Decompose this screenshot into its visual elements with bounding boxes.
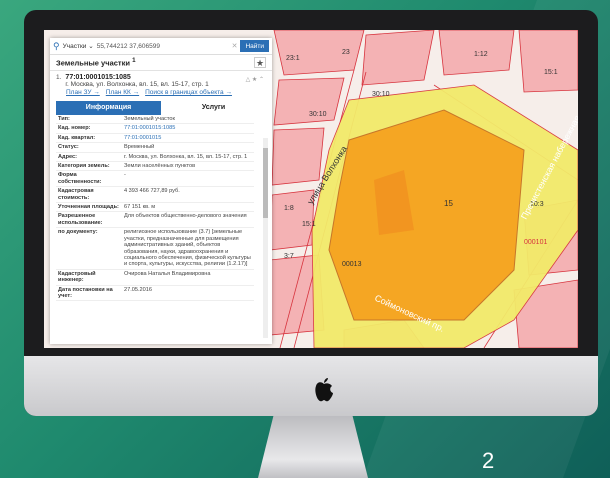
- row-key: Кадастровый инженер:: [56, 269, 122, 286]
- scrollbar[interactable]: [263, 138, 268, 338]
- table-row: по документу: религиозное использование (…: [56, 227, 254, 270]
- search-input[interactable]: [96, 42, 229, 50]
- plan-kk-link[interactable]: План КК →: [106, 89, 139, 96]
- map-label: 23:1: [286, 55, 300, 62]
- row-key: Тип:: [56, 115, 122, 125]
- table-row: Форма собственности: -: [56, 170, 254, 188]
- map-label: 1:12: [474, 51, 488, 58]
- row-value: Земли населённых пунктов: [122, 161, 254, 172]
- plan-zu-link[interactable]: План ЗУ →: [66, 89, 100, 96]
- row-key: Категория земель:: [56, 161, 122, 172]
- row-key: Форма собственности:: [56, 170, 122, 188]
- row-key: Адрес:: [56, 152, 122, 163]
- map-label: 15:1: [544, 69, 558, 76]
- tab-services[interactable]: Услуги: [161, 101, 266, 115]
- table-row: Кад. квартал: 77:01:0001015: [56, 133, 254, 144]
- info-panel: ⚲ Участки ⌄ ✕ Найти Земельные участки 1 …: [50, 38, 272, 344]
- search-bar: ⚲ Участки ⌄ ✕ Найти: [50, 38, 272, 55]
- parcel-label: 15: [444, 199, 453, 208]
- result-action-icons[interactable]: △ ★ ⌃: [246, 76, 264, 83]
- search-type-select[interactable]: Участки ⌄: [63, 42, 94, 50]
- row-value: религиозное использование (3.7) [земельн…: [122, 227, 254, 270]
- row-value: Временный: [122, 142, 254, 153]
- row-value: 27.05.2016: [122, 285, 254, 302]
- table-row: Категория земель: Земли населённых пункто…: [56, 161, 254, 172]
- scroll-thumb[interactable]: [263, 148, 268, 218]
- map-label: 3:7: [284, 253, 294, 260]
- info-table: Тип: Земельный участок Кад. номер: 77:01:00…: [56, 115, 254, 302]
- monitor-stand: [258, 416, 368, 478]
- result-links: План ЗУ → План КК → Поиск в границах объ…: [56, 89, 266, 96]
- row-key: Дата постановки на учет:: [56, 285, 122, 302]
- row-key: Кад. номер:: [56, 123, 122, 134]
- result-number: 1.: [56, 74, 62, 81]
- row-key: Кадастровая стоимость:: [56, 186, 122, 204]
- star-icon[interactable]: ★: [254, 57, 266, 68]
- search-bounds-link[interactable]: Поиск в границах объекта →: [145, 89, 232, 96]
- table-row: Адрес: г. Москва, ул. Волхонка, вл. 15, в…: [56, 152, 254, 163]
- clear-icon[interactable]: ✕: [232, 42, 238, 50]
- result-item[interactable]: 1. 77:01:0001015:1085 г. Москва, ул. Вол…: [50, 71, 272, 98]
- row-key: Кад. квартал:: [56, 133, 122, 144]
- table-row: Дата постановки на учет: 27.05.2016: [56, 285, 254, 302]
- selected-parcel: [328, 109, 525, 321]
- map-label: 1:8: [284, 205, 294, 212]
- row-key: по документу:: [56, 227, 122, 270]
- map-label: 000101: [524, 239, 547, 246]
- page-number: 2: [482, 448, 495, 473]
- search-icon[interactable]: ⚲: [53, 41, 60, 52]
- table-row: Разрешенное использование: Для объектов о…: [56, 211, 254, 229]
- table-row: Статус: Временный: [56, 142, 254, 153]
- table-row: Тип: Земельный участок: [56, 115, 254, 125]
- map-label: 30:10: [372, 91, 390, 98]
- row-value: г. Москва, ул. Волхонка, вл. 15, вл. 15-…: [122, 152, 254, 163]
- table-row: Уточненная площадь: 67 151 кв. м: [56, 202, 254, 213]
- find-button[interactable]: Найти: [240, 40, 269, 52]
- screen: 30:10 30:10 23 23:1 1:12 10:3 00013 3:7 …: [44, 30, 578, 348]
- row-key: Разрешенное использование:: [56, 211, 122, 229]
- tab-info[interactable]: Информация: [56, 101, 161, 115]
- row-value: Земельный участок: [122, 115, 254, 125]
- panel-header: Земельные участки 1 ★: [50, 55, 272, 71]
- map-label: 23: [342, 49, 350, 56]
- row-value[interactable]: 77:01:0001015: [122, 133, 254, 144]
- row-value: 67 151 кв. м: [122, 202, 254, 213]
- map-label: 15:1: [302, 221, 316, 228]
- row-key: Уточненная площадь:: [56, 202, 122, 213]
- table-row: Кадастровый инженер: Очирова Наталья Влад…: [56, 269, 254, 286]
- tabs: Информация Услуги: [56, 101, 266, 115]
- row-value: 4 393 466 727,89 руб.: [122, 186, 254, 204]
- row-value: Очирова Наталья Владимировна: [122, 269, 254, 286]
- panel-title: Земельные участки 1: [56, 57, 136, 68]
- map-label: 30:10: [309, 111, 327, 118]
- row-value: Для объектов общественно-делового значен…: [122, 211, 254, 229]
- table-row: Кадастровая стоимость: 4 393 466 727,89 р…: [56, 186, 254, 204]
- table-row: Кад. номер: 77:01:0001015:1085: [56, 123, 254, 134]
- row-key: Статус:: [56, 142, 122, 153]
- result-address: г. Москва, ул. Волхонка, вл. 15, вл. 15-…: [65, 81, 209, 88]
- row-value[interactable]: 77:01:0001015:1085: [122, 123, 254, 134]
- apple-logo-icon: [315, 378, 333, 402]
- cadastral-number: 77:01:0001015:1085: [65, 74, 131, 81]
- row-value: -: [122, 170, 254, 188]
- map-label: 00013: [342, 261, 362, 268]
